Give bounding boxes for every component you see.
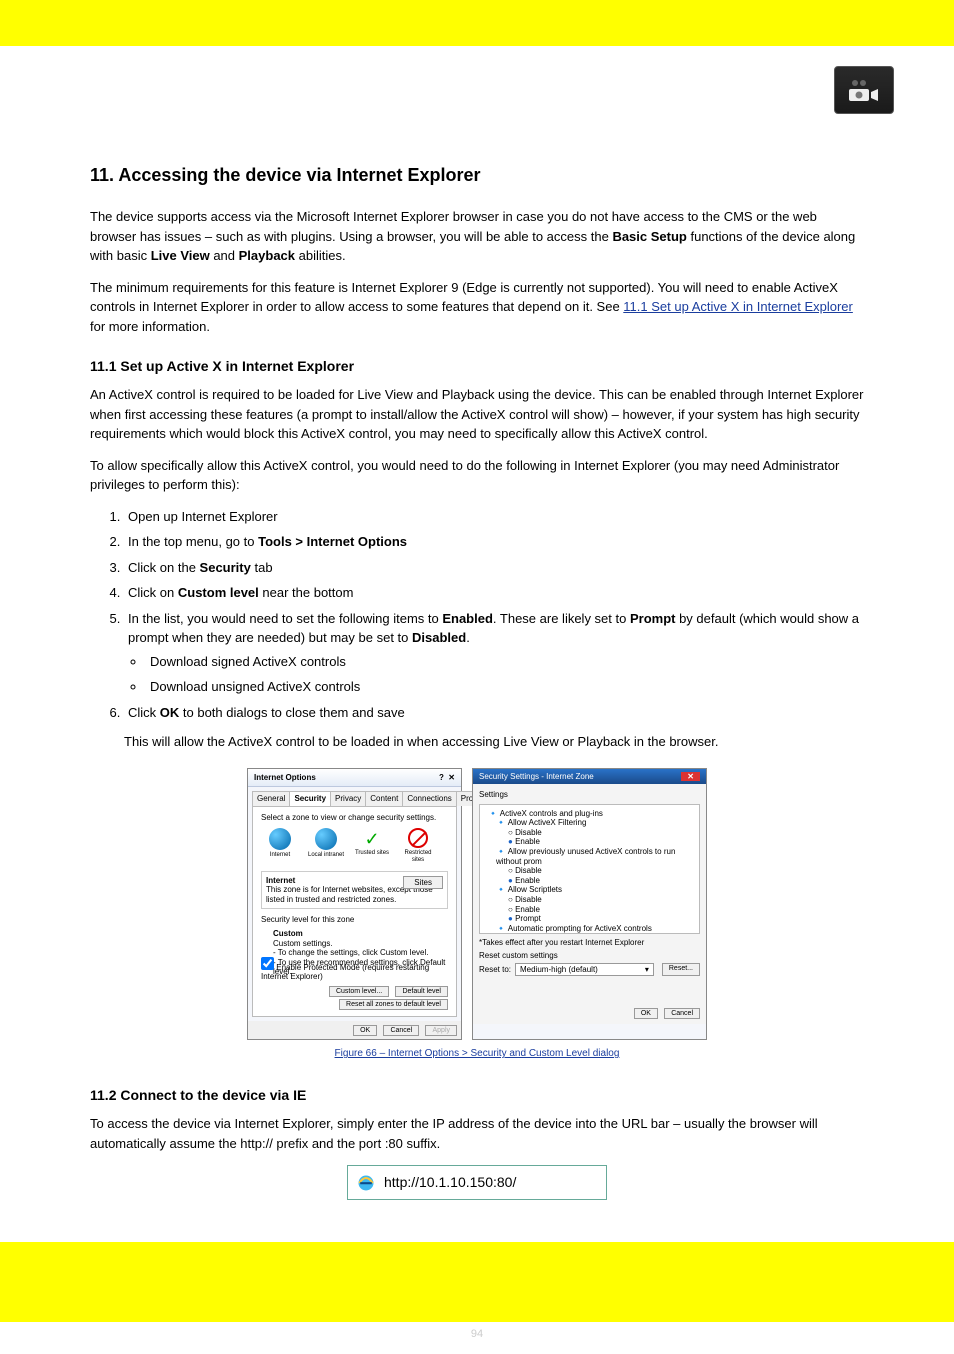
check-icon: ✓: [353, 828, 391, 850]
tab-connections[interactable]: Connections: [402, 791, 456, 806]
s111-p2: To allow specifically allow this ActiveX…: [90, 456, 864, 495]
figure-caption: Figure 66 – Internet Options > Security …: [90, 1046, 864, 1061]
subitem-2: Download unsigned ActiveX controls: [146, 677, 864, 697]
step-3: Click on the Security tab: [124, 558, 864, 578]
step-2: In the top menu, go to Tools > Internet …: [124, 532, 864, 552]
reset-select[interactable]: Medium-high (default)▾: [515, 963, 654, 977]
heading-11-1: 11.1 Set up Active X in Internet Explore…: [90, 356, 864, 377]
settings-list[interactable]: 🔹 ActiveX controls and plug-ins 🔹 Allow …: [479, 804, 700, 934]
globe-icon: [315, 828, 337, 850]
top-banner: [0, 0, 954, 46]
tab-general[interactable]: General: [252, 791, 290, 806]
page-content: 11. Accessing the device via Internet Ex…: [0, 114, 954, 1220]
ie-icon: [356, 1173, 376, 1193]
reset-button[interactable]: Reset...: [662, 963, 700, 975]
url-bar: http://10.1.10.150:80/: [347, 1165, 607, 1200]
ss-ok-button[interactable]: OK: [634, 1008, 658, 1019]
chevron-down-icon: ▾: [645, 965, 649, 975]
custom-level-button[interactable]: Custom level...: [329, 986, 389, 997]
io-apply-button[interactable]: Apply: [425, 1025, 457, 1036]
step-1: Open up Internet Explorer: [124, 507, 864, 527]
internet-options-dialog: Internet Options? ✕ General Security Pri…: [247, 768, 462, 1041]
globe-icon: [269, 828, 291, 850]
close-icon[interactable]: ✕: [681, 772, 700, 782]
intro-p1: The device supports access via the Micro…: [90, 207, 864, 266]
sites-button[interactable]: Sites: [403, 876, 443, 890]
step-4: Click on Custom level near the bottom: [124, 583, 864, 603]
page-number: 94: [0, 1326, 954, 1343]
io-ok-button[interactable]: OK: [353, 1025, 377, 1036]
subitem-1: Download signed ActiveX controls: [146, 652, 864, 672]
dialog-help-close: ? ✕: [439, 773, 455, 783]
step-6: Click OK to both dialogs to close them a…: [124, 703, 864, 723]
link-11-1[interactable]: 11.1 Set up Active X in Internet Explore…: [623, 299, 853, 314]
steps-list: Open up Internet Explorer In the top men…: [124, 507, 864, 723]
footer-banner: [0, 1242, 954, 1322]
intro-p2: The minimum requirements for this featur…: [90, 278, 864, 337]
header-row: [0, 46, 954, 114]
step-5: In the list, you would need to set the f…: [124, 609, 864, 697]
url-text: http://10.1.10.150:80/: [384, 1172, 516, 1193]
ban-icon: [408, 828, 428, 848]
tab-privacy[interactable]: Privacy: [330, 791, 366, 806]
s111-after: This will allow the ActiveX control to b…: [124, 732, 864, 752]
reset-zones-button[interactable]: Reset all zones to default level: [339, 999, 448, 1010]
s112-p1: To access the device via Internet Explor…: [90, 1114, 864, 1153]
epm-checkbox[interactable]: [261, 957, 274, 970]
default-level-button[interactable]: Default level: [395, 986, 448, 997]
s111-p1: An ActiveX control is required to be loa…: [90, 385, 864, 444]
camera-icon: [834, 66, 894, 114]
page-title: 11. Accessing the device via Internet Ex…: [90, 162, 864, 189]
io-cancel-button[interactable]: Cancel: [383, 1025, 419, 1036]
ss-cancel-button[interactable]: Cancel: [664, 1008, 700, 1019]
tab-security[interactable]: Security: [289, 791, 331, 806]
figure-row: Internet Options? ✕ General Security Pri…: [90, 768, 864, 1041]
tab-content[interactable]: Content: [365, 791, 403, 806]
security-settings-dialog: Security Settings - Internet Zone✕ Setti…: [472, 768, 707, 1041]
heading-11-2: 11.2 Connect to the device via IE: [90, 1085, 864, 1106]
